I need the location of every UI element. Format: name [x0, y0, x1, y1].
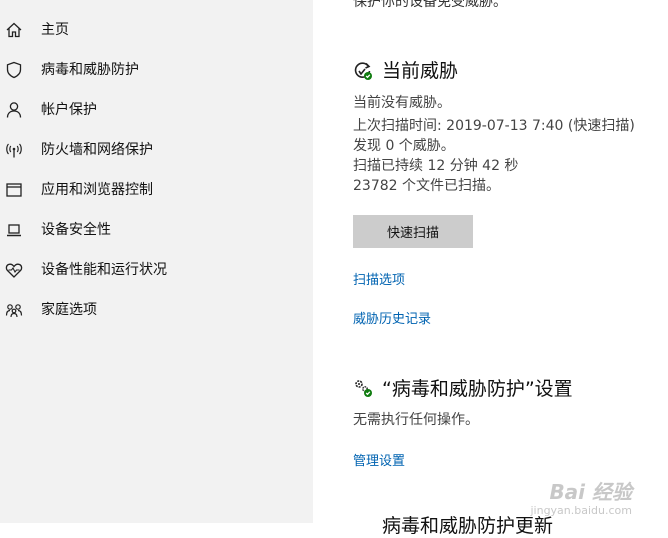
- refresh-check-icon: [353, 61, 373, 81]
- sidebar-item-account-protection[interactable]: 帐户保护: [0, 90, 313, 130]
- sidebar-item-device-security[interactable]: 设备安全性: [0, 210, 313, 250]
- section-title-current-threats: 当前威胁: [382, 60, 459, 82]
- quick-scan-button[interactable]: 快速扫描: [353, 215, 473, 248]
- heart-pulse-icon: [4, 260, 24, 280]
- sidebar-item-label: 防火墙和网络保护: [41, 142, 153, 158]
- sidebar-item-home[interactable]: 主页: [0, 10, 313, 50]
- sidebar-item-label: 应用和浏览器控制: [41, 182, 153, 198]
- scan-duration-text: 扫描已持续 12 分钟 42 秒: [353, 158, 519, 174]
- sidebar-item-label: 病毒和威胁防护: [41, 62, 139, 78]
- last-scan-text: 上次扫描时间: 2019-07-13 7:40 (快速扫描): [353, 118, 635, 134]
- sidebar-item-label: 家庭选项: [41, 302, 97, 318]
- sidebar-item-app-browser-control[interactable]: 应用和浏览器控制: [0, 170, 313, 210]
- person-icon: [4, 100, 24, 120]
- no-action-text: 无需执行任何操作。: [353, 412, 479, 428]
- sidebar-item-device-performance[interactable]: 设备性能和运行状况: [0, 250, 313, 290]
- browser-window-icon: [4, 180, 24, 200]
- section-title-settings: “病毒和威胁防护”设置: [382, 378, 573, 400]
- sidebar-item-firewall[interactable]: 防火墙和网络保护: [0, 130, 313, 170]
- shield-icon: [4, 60, 24, 80]
- watermark-url: jingyan.baidu.com: [530, 504, 632, 517]
- sidebar-item-family-options[interactable]: 家庭选项: [0, 290, 313, 330]
- sidebar-item-label: 设备安全性: [41, 222, 111, 238]
- files-scanned-text: 23782 个文件已扫描。: [353, 178, 500, 194]
- sidebar-item-label: 帐户保护: [41, 102, 97, 118]
- sidebar-item-virus-protection[interactable]: 病毒和威胁防护: [0, 50, 313, 90]
- scan-options-link[interactable]: 扫描选项: [353, 269, 405, 288]
- manage-settings-link[interactable]: 管理设置: [353, 450, 405, 469]
- no-threats-text: 当前没有威胁。: [353, 95, 451, 111]
- threats-found-text: 发现 0 个威胁。: [353, 138, 455, 154]
- home-icon: [4, 20, 24, 40]
- watermark-logo: Bai 经验: [549, 480, 632, 504]
- main-content: 保护你的设备免受威胁。 当前威胁 当前没有威胁。 上次扫描时间: 2019-07…: [313, 0, 668, 537]
- family-icon: [4, 300, 24, 320]
- section-title-updates: 病毒和威胁防护更新: [382, 515, 554, 537]
- threat-history-link[interactable]: 威胁历史记录: [353, 308, 431, 327]
- sidebar-item-label: 设备性能和运行状况: [41, 262, 167, 278]
- gear-check-icon: [353, 378, 373, 398]
- section-description: 保护你的设备免受威胁。: [353, 0, 507, 10]
- sidebar-item-label: 主页: [41, 22, 69, 38]
- wifi-signal-icon: [4, 140, 24, 160]
- laptop-icon: [4, 220, 24, 240]
- sidebar: 主页 病毒和威胁防护 帐户保护 防火墙和网络保护 应用和浏览器控制 设备安全性: [0, 0, 313, 523]
